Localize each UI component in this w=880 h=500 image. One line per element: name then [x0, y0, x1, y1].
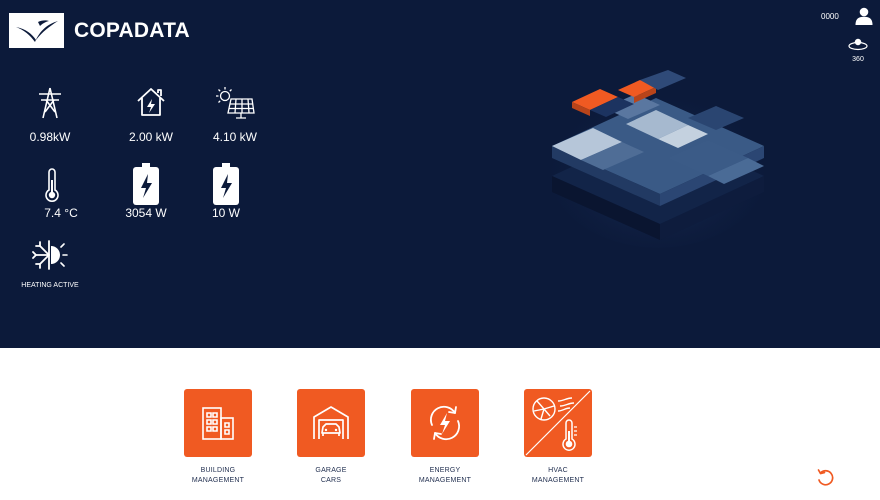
- grid-power-stat: 0.98kW: [28, 86, 72, 144]
- user-icon[interactable]: [854, 7, 874, 25]
- energy-management-label: ENERGY MANAGEMENT: [418, 467, 472, 484]
- building-3d-graphic: [548, 70, 768, 248]
- solar-power-stat: 4.10 kW: [205, 86, 265, 144]
- heating-status-label: HEATING ACTIVE: [21, 282, 79, 289]
- building-management-tile[interactable]: BUILDING MANAGEMENT: [168, 389, 268, 486]
- garage-cars-label: GARAGE CARS: [315, 467, 347, 484]
- view-360-button[interactable]: 360: [847, 37, 869, 63]
- hvac-management-tile[interactable]: HVAC MANAGEMENT: [508, 389, 608, 486]
- user-id: 0000: [821, 12, 839, 21]
- energy-management-tile[interactable]: ENERGY MANAGEMENT: [395, 389, 495, 486]
- power-tower-icon: [39, 87, 61, 119]
- energy-cycle-icon: [430, 405, 460, 441]
- solar-panel-icon: [216, 87, 255, 119]
- battery2-stat: 10 W: [200, 162, 252, 220]
- battery-icon: [213, 163, 239, 205]
- reset-icon[interactable]: [816, 468, 834, 486]
- hvac-icon: [525, 390, 591, 456]
- brand-logo: COPADATA: [9, 13, 190, 48]
- garage-cars-button[interactable]: [297, 389, 365, 457]
- grid-power-value: 0.98kW: [29, 130, 71, 144]
- app-launcher: BUILDING MANAGEMENT GARAGE CARS ENERGY M…: [0, 348, 880, 500]
- building-management-label: BUILDING MANAGEMENT: [191, 467, 245, 484]
- house-power-value: 2.00 kW: [128, 130, 173, 144]
- building-icon: [202, 407, 234, 440]
- battery1-value: 3054 W: [125, 206, 167, 220]
- solar-power-value: 4.10 kW: [212, 130, 257, 144]
- hvac-management-button[interactable]: [524, 389, 592, 457]
- brand-name: COPADATA: [74, 18, 190, 42]
- view-360-icon: [848, 38, 868, 51]
- garage-cars-tile[interactable]: GARAGE CARS: [281, 389, 381, 486]
- logo-bird-icon: [9, 13, 64, 48]
- heating-status: HEATING ACTIVE: [16, 238, 84, 289]
- house-power-stat: 2.00 kW: [126, 86, 176, 144]
- building-management-button[interactable]: [184, 389, 252, 457]
- heat-cool-icon: [32, 240, 68, 270]
- battery-icon: [133, 163, 159, 205]
- dashboard-panel: COPADATA 0000 360 0.98kW 2.00 kW 4.10 kW…: [0, 0, 880, 348]
- temperature-stat: 7.4 °C: [36, 168, 86, 220]
- battery1-stat: 3054 W: [120, 162, 172, 220]
- garage-car-icon: [313, 406, 349, 439]
- energy-management-button[interactable]: [411, 389, 479, 457]
- battery2-value: 10 W: [211, 206, 240, 220]
- thermometer-icon: [45, 168, 59, 202]
- hvac-management-label: HVAC MANAGEMENT: [531, 467, 585, 484]
- house-bolt-icon: [137, 88, 165, 116]
- view-360-label: 360: [852, 56, 864, 63]
- temperature-value: 7.4 °C: [44, 206, 78, 220]
